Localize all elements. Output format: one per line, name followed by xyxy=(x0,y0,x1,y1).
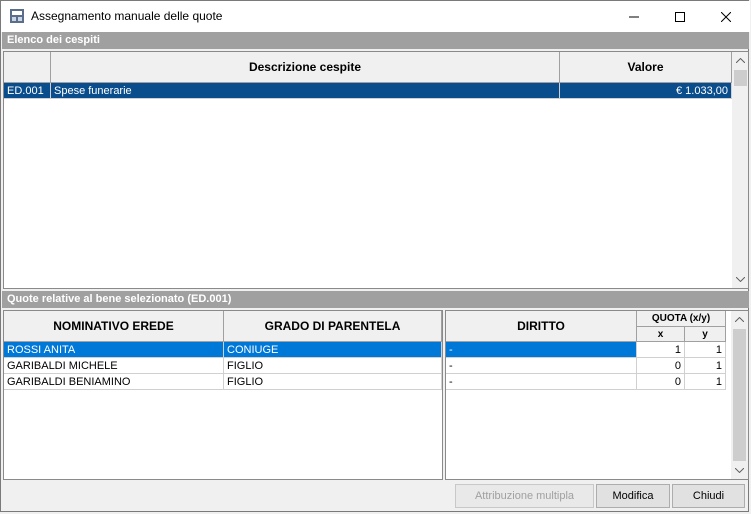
assets-header-code[interactable] xyxy=(4,52,51,83)
scroll-thumb[interactable] xyxy=(733,329,746,461)
heir-relationship-cell[interactable]: FIGLIO xyxy=(224,374,442,390)
maximize-icon xyxy=(675,11,685,22)
scroll-down-button[interactable] xyxy=(731,462,748,479)
asset-value-cell[interactable]: € 1.033,00 xyxy=(560,83,732,99)
heir-name-cell[interactable]: GARIBALDI BENIAMINO xyxy=(4,374,224,390)
assets-header-value[interactable]: Valore xyxy=(560,52,732,83)
rights-grid: DIRITTO QUOTA (x/y) x y - 1 1 - 0 1 - 0 … xyxy=(445,310,749,480)
rights-vertical-scrollbar[interactable] xyxy=(731,311,748,479)
assets-section-header: Elenco dei cespiti xyxy=(2,32,749,49)
heirs-header-name[interactable]: NOMINATIVO EREDE xyxy=(4,311,224,342)
chevron-down-icon xyxy=(736,277,745,282)
chevron-up-icon xyxy=(735,317,744,322)
chevron-down-icon xyxy=(735,468,744,473)
edit-button[interactable]: Modifica xyxy=(596,484,670,508)
quota-x-cell[interactable]: 1 xyxy=(637,342,685,358)
app-icon xyxy=(10,9,24,23)
close-button[interactable]: Chiudi xyxy=(672,484,745,508)
heir-name-cell[interactable]: GARIBALDI MICHELE xyxy=(4,358,224,374)
close-window-button[interactable] xyxy=(703,1,749,32)
asset-description-cell[interactable]: Spese funerarie xyxy=(51,83,560,99)
quota-x-cell[interactable]: 0 xyxy=(637,374,685,390)
quota-y-cell[interactable]: 1 xyxy=(685,358,726,374)
scroll-up-button[interactable] xyxy=(732,52,748,69)
assets-header-description[interactable]: Descrizione cespite xyxy=(51,52,560,83)
close-icon xyxy=(721,11,731,22)
heirs-header-relationship[interactable]: GRADO DI PARENTELA xyxy=(224,311,442,342)
rights-header-x[interactable]: x xyxy=(637,327,685,342)
assets-vertical-scrollbar[interactable] xyxy=(732,52,748,288)
multiple-assignment-button[interactable]: Attribuzione multipla xyxy=(455,484,594,508)
scroll-up-button[interactable] xyxy=(731,311,748,328)
heir-relationship-cell[interactable]: FIGLIO xyxy=(224,358,442,374)
dialog-window: Assegnamento manuale delle quote Elenco … xyxy=(0,0,750,512)
quota-x-cell[interactable]: 0 xyxy=(637,358,685,374)
heirs-grid: NOMINATIVO EREDE GRADO DI PARENTELA ROSS… xyxy=(3,310,443,480)
heir-relationship-cell[interactable]: CONIUGE xyxy=(224,342,442,358)
rights-header-y[interactable]: y xyxy=(685,327,726,342)
right-cell[interactable]: - xyxy=(446,342,637,358)
window-title: Assegnamento manuale delle quote xyxy=(31,9,223,23)
minimize-icon xyxy=(629,16,639,17)
right-cell[interactable]: - xyxy=(446,374,637,390)
shares-section-header: Quote relative al bene selezionato (ED.0… xyxy=(2,291,749,308)
scroll-down-button[interactable] xyxy=(732,271,748,288)
right-cell[interactable]: - xyxy=(446,358,637,374)
asset-code-cell[interactable]: ED.001 xyxy=(4,83,51,99)
maximize-button[interactable] xyxy=(657,1,703,32)
rights-header-quota[interactable]: QUOTA (x/y) xyxy=(637,311,726,327)
quota-y-cell[interactable]: 1 xyxy=(685,374,726,390)
title-bar[interactable]: Assegnamento manuale delle quote xyxy=(1,1,750,32)
scroll-thumb[interactable] xyxy=(734,70,747,86)
chevron-up-icon xyxy=(736,58,745,63)
assets-grid: Descrizione cespite Valore ED.001 Spese … xyxy=(3,51,749,289)
minimize-button[interactable] xyxy=(611,1,657,32)
quota-y-cell[interactable]: 1 xyxy=(685,342,726,358)
heir-name-cell[interactable]: ROSSI ANITA xyxy=(4,342,224,358)
rights-header-right[interactable]: DIRITTO xyxy=(446,311,637,342)
